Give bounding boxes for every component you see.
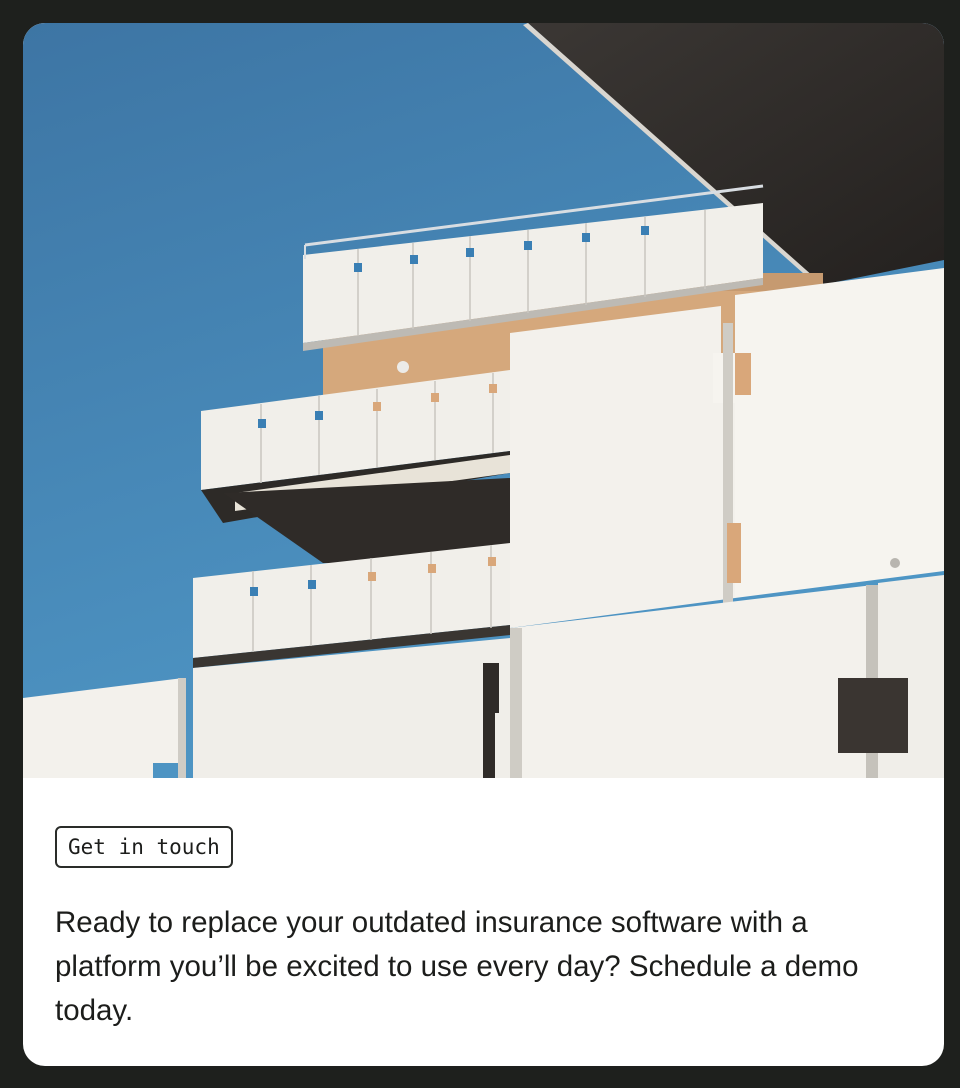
facade-panel bbox=[713, 268, 944, 598]
window-opening bbox=[838, 678, 908, 753]
get-in-touch-tag[interactable]: Get in touch bbox=[55, 826, 233, 868]
cta-card: Get in touch Ready to replace your outda… bbox=[23, 23, 944, 1066]
cta-description: Ready to replace your outdated insurance… bbox=[55, 906, 859, 1027]
hero-image bbox=[23, 23, 944, 778]
facade-panel bbox=[510, 306, 735, 628]
